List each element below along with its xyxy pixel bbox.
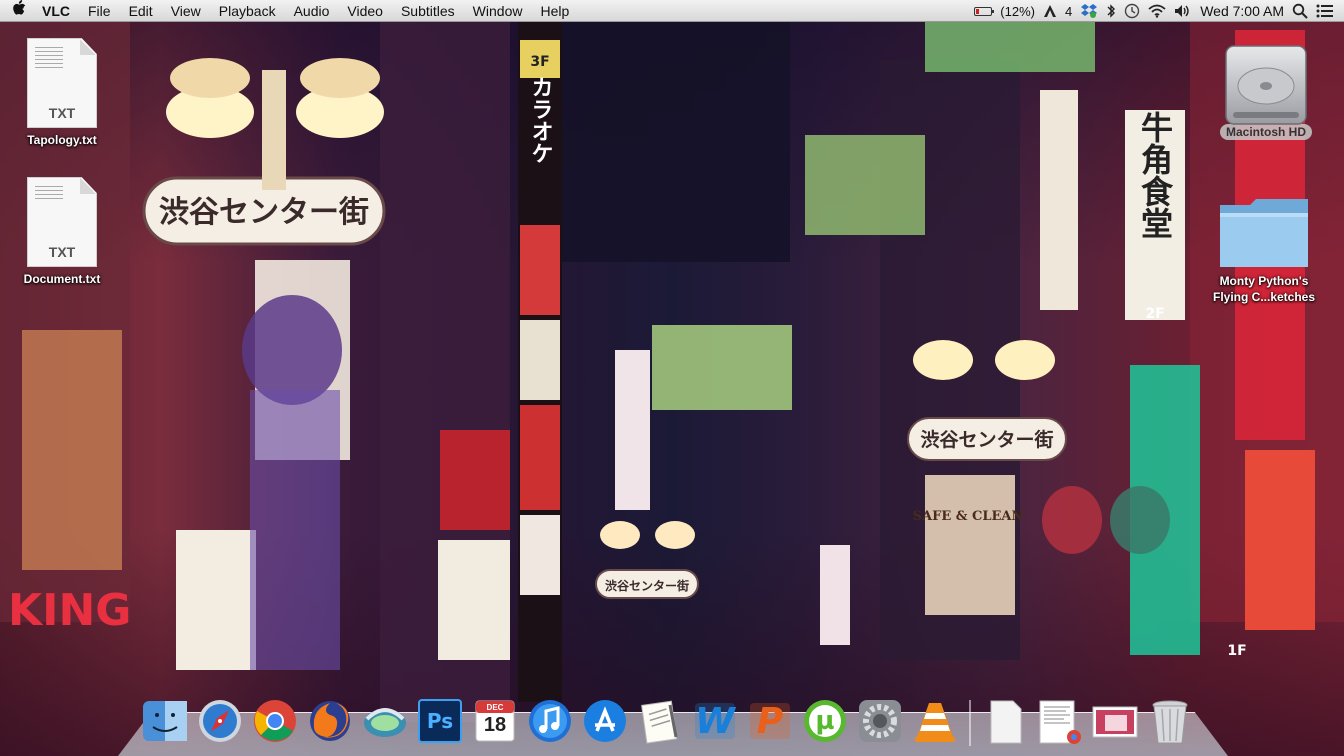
battery-percent[interactable]: (12%) (1000, 4, 1035, 19)
text-file-icon: TXT (27, 38, 97, 128)
file-name-label: Tapology.txt (27, 133, 97, 147)
sign-main-text: 渋谷センター街 (159, 195, 369, 230)
menu-audio[interactable]: Audio (285, 0, 339, 22)
finder-icon[interactable] (140, 696, 190, 746)
desktop-drive-macintosh-hd[interactable]: Macintosh HD (1206, 40, 1326, 140)
wallpaper-street-scene: 渋谷センター街 渋谷センター街 渋谷センター街 カラオケ 3F SAFE & C… (0, 22, 1344, 722)
downloads-stack-icon[interactable] (1035, 696, 1085, 746)
powerpoint-icon[interactable]: P (745, 696, 795, 746)
photoshop-label: Ps (426, 709, 454, 733)
menu-view[interactable]: View (162, 0, 210, 22)
menu-video[interactable]: Video (338, 0, 392, 22)
time-machine-icon[interactable] (1124, 0, 1140, 22)
app-store-icon[interactable] (580, 696, 630, 746)
folder-name-line2: Flying C...ketches (1212, 290, 1316, 304)
dock: Ps DEC 18 W P µ (140, 686, 1195, 746)
battery-icon[interactable] (974, 0, 995, 22)
desktop-file-document[interactable]: TXT Document.txt (2, 177, 122, 287)
sync-icon[interactable] (360, 696, 410, 746)
spotlight-search-icon[interactable] (1292, 0, 1308, 22)
adobe-updater-icon[interactable] (1043, 0, 1057, 22)
menu-subtitles[interactable]: Subtitles (392, 0, 464, 22)
dropbox-icon[interactable] (1080, 0, 1098, 22)
calendar-icon[interactable]: DEC 18 (470, 696, 520, 746)
menu-help[interactable]: Help (531, 0, 578, 22)
sign-safe-clean-text: SAFE & CLEAN (913, 509, 1024, 524)
safari-icon[interactable] (195, 696, 245, 746)
wifi-icon[interactable] (1148, 0, 1166, 22)
file-ext-label: TXT (48, 244, 76, 260)
sign-small-text: 渋谷センター街 (605, 578, 689, 593)
desktop-wallpaper: 渋谷センター街 渋谷センター街 渋谷センター街 カラオケ 3F SAFE & C… (0, 0, 1344, 756)
sign-3f-text: 3F (530, 54, 549, 70)
sign-right-text: 渋谷センター街 (920, 428, 1053, 451)
menu-app-vlc[interactable]: VLC (38, 0, 79, 22)
powerpoint-label: P (756, 700, 784, 742)
folder-name-line1: Monty Python's (1219, 274, 1309, 288)
menu-playback[interactable]: Playback (210, 0, 285, 22)
system-preferences-icon[interactable] (855, 696, 905, 746)
file-name-label: Document.txt (23, 272, 101, 286)
sign-2f-text: 2F (1145, 306, 1164, 322)
photos-stack-icon[interactable] (1090, 696, 1140, 746)
folder-icon (1216, 193, 1312, 269)
photoshop-icon[interactable]: Ps (415, 696, 465, 746)
itunes-icon[interactable] (525, 696, 575, 746)
vlc-icon[interactable] (910, 696, 960, 746)
bluetooth-icon[interactable] (1106, 0, 1116, 22)
apple-logo-icon[interactable] (0, 0, 38, 21)
notification-center-icon[interactable] (1316, 0, 1334, 22)
hard-drive-icon (1223, 40, 1309, 125)
sign-karaoke-text: カラオケ (528, 76, 553, 164)
volume-icon[interactable] (1174, 0, 1192, 22)
utorrent-label: µ (815, 706, 835, 736)
menu-window[interactable]: Window (464, 0, 532, 22)
desktop-folder-monty-python[interactable]: Monty Python's Flying C...ketches (1204, 193, 1324, 305)
sign-gyukaku-text: 牛角食堂 (1136, 111, 1174, 239)
sign-1f-text: 1F (1227, 643, 1246, 659)
menu-bar: VLC File Edit View Playback Audio Video … (0, 0, 1344, 22)
clock[interactable]: Wed 7:00 AM (1200, 3, 1284, 19)
firefox-icon[interactable] (305, 696, 355, 746)
text-edit-icon[interactable] (635, 696, 685, 746)
desktop-file-tapology[interactable]: TXT Tapology.txt (2, 38, 122, 148)
adobe-update-count[interactable]: 4 (1065, 4, 1072, 19)
text-file-icon: TXT (27, 177, 97, 267)
menu-edit[interactable]: Edit (120, 0, 162, 22)
sign-king-text: KING (8, 585, 131, 636)
word-icon[interactable]: W (690, 696, 740, 746)
chrome-icon[interactable] (250, 696, 300, 746)
dock-separator (969, 700, 971, 746)
calendar-day: 18 (483, 714, 507, 736)
trash-icon[interactable] (1145, 696, 1195, 746)
word-label: W (695, 700, 735, 742)
utorrent-icon[interactable]: µ (800, 696, 850, 746)
file-ext-label: TXT (48, 105, 76, 121)
document-stack-icon[interactable] (980, 696, 1030, 746)
calendar-month: DEC (486, 703, 504, 712)
menu-file[interactable]: File (79, 0, 120, 22)
